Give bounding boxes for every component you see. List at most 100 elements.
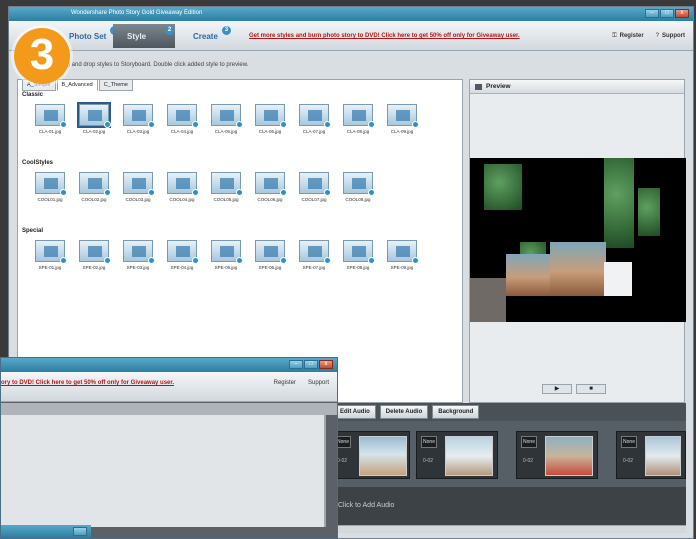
add-style-icon[interactable] [236,257,243,264]
add-style-icon[interactable] [412,121,419,128]
style-thumbnail[interactable]: SPE-03.jpg [118,240,158,270]
step-create[interactable]: Create 3 [179,24,232,48]
photo-tile [470,278,506,322]
style-thumbnail[interactable]: SPE-07.jpg [294,240,334,270]
style-filename: COOL05.jpg [213,197,239,202]
step-style[interactable]: Style 2 [113,24,175,48]
style-thumbnail[interactable]: SPE-08.jpg [338,240,378,270]
support-link[interactable]: ? Support [656,33,685,40]
storyboard-frame[interactable]: None 0-02 [616,431,686,479]
add-style-icon[interactable] [60,121,67,128]
register-link[interactable]: Register [274,380,296,386]
style-preview-image [343,172,375,196]
add-style-icon[interactable] [280,257,287,264]
style-thumbnail[interactable]: CLA-05.jpg [206,104,246,134]
add-style-icon[interactable] [104,189,111,196]
style-thumbnail[interactable]: SPE-02.jpg [74,240,114,270]
maximize-button[interactable]: □ [304,360,318,369]
style-thumbnail[interactable]: CLA-04.jpg [162,104,202,134]
style-thumbnail[interactable]: CLA-08.jpg [338,104,378,134]
promo-link[interactable]: Get more styles and burn photo story to … [249,33,520,39]
add-style-icon[interactable] [368,121,375,128]
minimize-button[interactable]: – [289,360,303,369]
style-preview-image [35,172,67,196]
style-thumbnail[interactable]: SPE-06.jpg [250,240,290,270]
add-style-icon[interactable] [60,189,67,196]
add-style-icon[interactable] [280,189,287,196]
tab-c-theme[interactable]: C_Theme [98,79,133,91]
support-link[interactable]: Support [308,380,329,386]
transition-none[interactable]: None [521,436,537,448]
transition-none[interactable]: None [621,436,637,448]
window-title: Wondershare Photo Story Gold Giveaway Ed… [71,10,203,16]
style-thumbnail[interactable]: COOL03.jpg [118,172,158,202]
storyboard-frame[interactable]: None 0-02 [516,431,598,479]
register-link[interactable]: ⚿ Register [612,33,644,40]
key-icon: ⚿ [612,33,617,39]
close-button[interactable]: x [319,360,333,369]
step-label: Photo Set [69,32,107,41]
style-filename: SPE-09.jpg [390,265,414,270]
close-button[interactable]: x [675,9,689,18]
style-thumbnail[interactable]: COOL08.jpg [338,172,378,202]
style-thumbnail[interactable]: SPE-05.jpg [206,240,246,270]
add-style-icon[interactable] [104,257,111,264]
background-button[interactable]: Background [432,405,480,419]
add-style-icon[interactable] [368,257,375,264]
add-style-icon[interactable] [368,189,375,196]
step-badge: 2 [165,26,174,35]
style-thumbnail[interactable]: CLA-01.jpg [30,104,70,134]
add-style-icon[interactable] [192,257,199,264]
add-style-icon[interactable] [148,121,155,128]
style-thumbnail[interactable]: CLA-07.jpg [294,104,334,134]
style-thumbnail[interactable]: COOL04.jpg [162,172,202,202]
style-thumbnail[interactable]: COOL07.jpg [294,172,334,202]
storyboard-scrollbar[interactable] [330,525,686,533]
add-style-icon[interactable] [60,257,67,264]
add-style-icon[interactable] [104,121,111,128]
promo-link[interactable]: ory to DVD! Click here to get 50% off on… [1,380,174,386]
add-style-icon[interactable] [236,121,243,128]
style-thumbnail[interactable]: CLA-06.jpg [250,104,290,134]
add-style-icon[interactable] [192,121,199,128]
audio-track[interactable]: Click to Add Audio [330,487,686,525]
style-thumbnail[interactable]: CLA-03.jpg [118,104,158,134]
add-style-icon[interactable] [192,189,199,196]
photo-tile [550,242,606,296]
add-style-icon[interactable] [236,189,243,196]
play-button[interactable]: ▶ [542,384,572,394]
style-thumbnail[interactable]: COOL05.jpg [206,172,246,202]
style-thumbnail[interactable]: COOL02.jpg [74,172,114,202]
drag-hint: Drag and drop styles to Storyboard. Doub… [57,62,249,68]
delete-audio-button[interactable]: Delete Audio [379,405,429,419]
preview-panel: Preview ▶ ■ [469,79,686,403]
add-style-icon[interactable] [324,189,331,196]
style-thumbnail[interactable]: SPE-04.jpg [162,240,202,270]
style-thumbnail[interactable]: CLA-09.jpg [382,104,422,134]
style-thumbnail[interactable]: COOL01.jpg [30,172,70,202]
storyboard-frame[interactable]: None 0-02 [330,431,410,479]
foliage-tile [604,158,634,248]
style-filename: COOL03.jpg [125,197,151,202]
add-style-icon[interactable] [280,121,287,128]
style-thumbnail[interactable]: CLA-02.jpg [74,102,114,134]
storyboard-frame[interactable]: None 0-02 [416,431,498,479]
add-style-icon[interactable] [412,257,419,264]
transition-none[interactable]: None [421,436,437,448]
edit-audio-button[interactable]: Edit Audio [334,405,376,419]
style-thumbnail[interactable]: COOL06.jpg [250,172,290,202]
style-thumbnail[interactable]: SPE-09.jpg [382,240,422,270]
add-style-icon[interactable] [324,121,331,128]
title-bar: Wondershare Photo Story Gold Giveaway Ed… [9,7,693,21]
tab-b-advanced[interactable]: B_Advanced [56,79,98,91]
style-preview-image [35,104,67,128]
add-style-icon[interactable] [324,257,331,264]
style-thumbnail[interactable]: SPE-01.jpg [30,240,70,270]
minimize-button[interactable]: – [645,9,659,18]
style-row-special: SPE-01.jpg SPE-02.jpg SPE-03.jpg SPE-04.jpg… [30,240,422,270]
add-style-icon[interactable] [148,257,155,264]
close-button[interactable] [73,527,87,536]
stop-button[interactable]: ■ [576,384,606,394]
maximize-button[interactable]: □ [660,9,674,18]
add-style-icon[interactable] [148,189,155,196]
